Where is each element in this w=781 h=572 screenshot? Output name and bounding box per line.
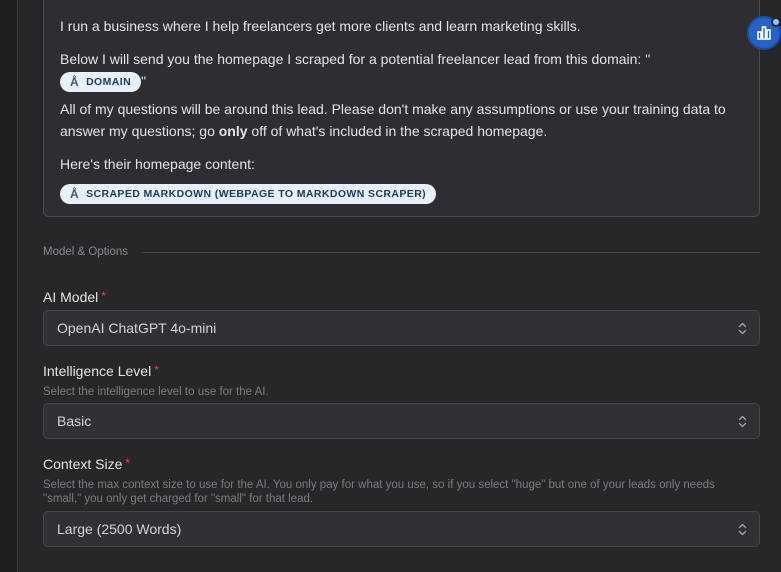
context-label-text: Context Size: [43, 456, 123, 472]
prompt-line-2-tag-row: Å DOMAIN ": [60, 70, 743, 93]
prompt-line-4: Here's their homepage content:: [60, 156, 255, 173]
chart-icon: [757, 26, 771, 40]
ai-model-label-text: AI Model: [43, 289, 99, 305]
prompt-line-1: I run a business where I help freelancer…: [60, 18, 581, 34]
intelligence-select[interactable]: Basic: [43, 403, 760, 439]
markdown-tag-label: SCRAPED MARKDOWN (WEBPAGE TO MARKDOWN SC…: [86, 187, 427, 200]
section-title: Model & Options: [43, 246, 129, 258]
prompt-line-3-end: off of what's included in the scraped ho…: [247, 123, 548, 140]
chevron-up-down-icon: [737, 321, 747, 335]
intelligence-label-text: Intelligence Level: [43, 363, 152, 379]
analytics-button[interactable]: [747, 16, 781, 50]
prompt-line-3: All of my questions will be around this …: [60, 98, 743, 142]
chevron-up-down-icon: [737, 414, 747, 428]
prompt-markdown-tag-row: Å SCRAPED MARKDOWN (WEBPAGE TO MARKDOWN S…: [60, 181, 743, 204]
intelligence-value: Basic: [57, 413, 92, 429]
left-rail: [0, 0, 18, 572]
intelligence-label: Intelligence Level *: [43, 363, 159, 379]
prompt-line-2: Below I will send you the homepage I scr…: [60, 51, 651, 67]
context-value: Large (2500 Words): [57, 521, 182, 537]
required-mark: *: [101, 289, 106, 303]
variable-icon: Å: [70, 186, 80, 201]
ai-model-label: AI Model *: [43, 289, 106, 305]
chevron-up-down-icon: [737, 522, 747, 536]
domain-variable-tag[interactable]: Å DOMAIN: [60, 72, 142, 93]
ai-model-select[interactable]: OpenAI ChatGPT 4o-mini: [43, 310, 760, 346]
ai-model-value: OpenAI ChatGPT 4o-mini: [57, 320, 217, 336]
intelligence-help: Select the intelligence level to use for…: [43, 386, 269, 398]
prompt-line-2-quote: ": [141, 73, 147, 89]
prompt-line-3-bold: only: [218, 123, 248, 140]
section-divider: Model & Options: [43, 244, 760, 260]
variable-icon: Å: [70, 75, 80, 90]
domain-tag-label: DOMAIN: [86, 76, 132, 89]
context-help: Select the max context size to use for t…: [43, 479, 715, 505]
divider-line: [142, 251, 760, 253]
notification-dot: [771, 17, 781, 27]
context-select[interactable]: Large (2500 Words): [43, 511, 760, 547]
context-label: Context Size *: [43, 456, 130, 472]
required-mark: *: [125, 456, 131, 470]
prompt-editor[interactable]: I run a business where I help freelancer…: [43, 0, 760, 217]
markdown-variable-tag[interactable]: Å SCRAPED MARKDOWN (WEBPAGE TO MARKDOWN S…: [60, 183, 437, 204]
required-mark: *: [154, 363, 159, 377]
